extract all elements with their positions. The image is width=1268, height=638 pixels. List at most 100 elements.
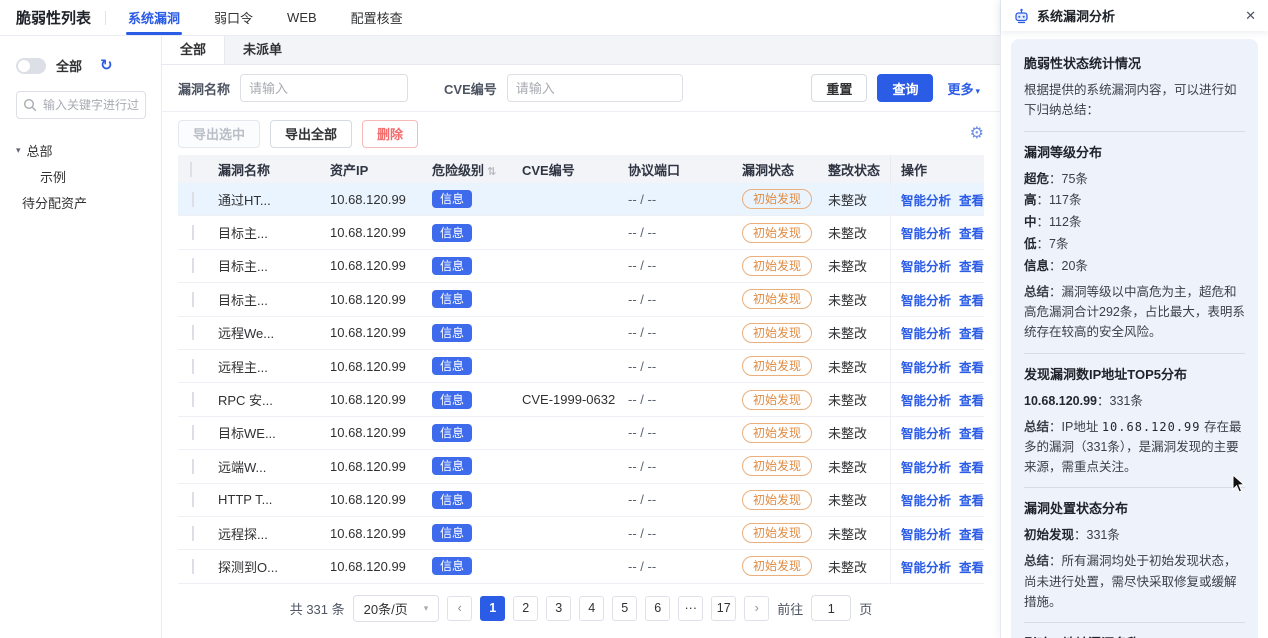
- bold-text: 总结: [1024, 420, 1049, 434]
- vuln-name: 探测到O...: [212, 557, 324, 576]
- page-button-4[interactable]: 4: [579, 596, 604, 621]
- ai-robot-icon: [1013, 7, 1030, 24]
- row-checkbox[interactable]: [192, 292, 194, 307]
- row-checkbox[interactable]: [192, 192, 194, 207]
- tab-not-dispatched[interactable]: 未派单: [225, 36, 300, 64]
- page-button-3[interactable]: 3: [546, 596, 571, 621]
- view-link[interactable]: 查看: [959, 323, 984, 342]
- smart-analysis-link[interactable]: 智能分析: [901, 357, 951, 376]
- asset-ip: 10.68.120.99: [324, 292, 426, 307]
- caret-down-icon[interactable]: ▾: [16, 145, 21, 156]
- vuln-name: 远程We...: [212, 323, 324, 342]
- row-checkbox[interactable]: [192, 258, 194, 273]
- prev-page-button[interactable]: ‹: [447, 596, 472, 621]
- analysis-panel-title: 系统漏洞分析: [1037, 6, 1115, 25]
- smart-analysis-link[interactable]: 智能分析: [901, 490, 951, 509]
- fix-status: 未整改: [822, 323, 890, 342]
- tree-node-示例[interactable]: 示例: [16, 163, 149, 189]
- vuln-name: 目标主...: [212, 290, 324, 309]
- view-link[interactable]: 查看: [959, 423, 984, 442]
- smart-analysis-link[interactable]: 智能分析: [901, 457, 951, 476]
- analysis-stat-line: 初始发现：331条: [1024, 525, 1245, 547]
- smart-analysis-link[interactable]: 智能分析: [901, 390, 951, 409]
- smart-analysis-link[interactable]: 智能分析: [901, 323, 951, 342]
- row-checkbox[interactable]: [192, 392, 194, 407]
- smart-analysis-link[interactable]: 智能分析: [901, 423, 951, 442]
- delete-button[interactable]: 删除: [362, 120, 418, 148]
- row-actions: 智能分析查看···: [890, 383, 984, 415]
- view-link[interactable]: 查看: [959, 390, 984, 409]
- reset-button[interactable]: 重置: [811, 74, 867, 102]
- smart-analysis-link[interactable]: 智能分析: [901, 190, 951, 209]
- fix-status: 未整改: [822, 390, 890, 409]
- stat-label: 中: [1024, 215, 1037, 229]
- tree-node-总部[interactable]: ▾总部: [16, 137, 149, 163]
- view-link[interactable]: 查看: [959, 524, 984, 543]
- row-checkbox[interactable]: [192, 492, 194, 507]
- page-button-2[interactable]: 2: [513, 596, 538, 621]
- row-checkbox[interactable]: [192, 325, 194, 340]
- tree-node-待分配资产[interactable]: 待分配资产: [16, 189, 149, 215]
- fix-status: 未整改: [822, 223, 890, 242]
- asset-ip: 10.68.120.99: [324, 192, 426, 207]
- page-button-17[interactable]: 17: [711, 596, 736, 621]
- goto-page-input[interactable]: [811, 595, 851, 621]
- fix-status: 未整改: [822, 457, 890, 476]
- view-link[interactable]: 查看: [959, 490, 984, 509]
- row-checkbox[interactable]: [192, 526, 194, 541]
- view-link[interactable]: 查看: [959, 557, 984, 576]
- analysis-card: 脆弱性状态统计情况根据提供的系统漏洞内容，可以进行如下归纳总结：漏洞等级分布超危…: [1011, 39, 1258, 638]
- row-checkbox[interactable]: [192, 425, 194, 440]
- select-all-checkbox[interactable]: [190, 162, 192, 177]
- tab-web[interactable]: WEB: [281, 0, 323, 35]
- query-button[interactable]: 查询: [877, 74, 933, 102]
- smart-analysis-link[interactable]: 智能分析: [901, 256, 951, 275]
- smart-analysis-link[interactable]: 智能分析: [901, 290, 951, 309]
- view-link[interactable]: 查看: [959, 457, 984, 476]
- all-toggle-switch[interactable]: [16, 58, 46, 74]
- tab-system-vulnerability[interactable]: 系统漏洞: [122, 0, 186, 35]
- asset-ip: 10.68.120.99: [324, 492, 426, 507]
- view-link[interactable]: 查看: [959, 290, 984, 309]
- next-page-button[interactable]: ›: [744, 596, 769, 621]
- view-link[interactable]: 查看: [959, 223, 984, 242]
- analysis-heading: 发现漏洞数IP地址TOP5分布: [1024, 364, 1245, 383]
- row-checkbox[interactable]: [192, 225, 194, 240]
- sort-icon[interactable]: ⇅: [487, 166, 496, 178]
- row-checkbox[interactable]: [192, 559, 194, 574]
- smart-analysis-link[interactable]: 智能分析: [901, 524, 951, 543]
- analysis-stat-line: 超危：75条: [1024, 169, 1245, 191]
- col-risk-level: 危险级别⇅: [426, 160, 516, 179]
- row-checkbox[interactable]: [192, 359, 194, 374]
- vuln-status-pill: 初始发现: [742, 523, 812, 543]
- tab-all[interactable]: 全部: [162, 36, 225, 64]
- column-settings-gear-icon[interactable]: ⚙: [970, 126, 984, 142]
- vuln-name-input[interactable]: [240, 74, 408, 102]
- export-all-button[interactable]: 导出全部: [270, 120, 352, 148]
- row-checkbox[interactable]: [192, 459, 194, 474]
- refresh-icon[interactable]: ↻: [100, 58, 113, 73]
- smart-analysis-link[interactable]: 智能分析: [901, 223, 951, 242]
- page-button-5[interactable]: 5: [612, 596, 637, 621]
- more-button[interactable]: 更多▾: [943, 74, 984, 102]
- export-selected-button[interactable]: 导出选中: [178, 120, 260, 148]
- total-count: 共 331 条: [290, 599, 345, 618]
- chevron-down-icon: ▾: [975, 86, 980, 96]
- page-ellipsis[interactable]: ···: [678, 596, 703, 621]
- cve-input[interactable]: [507, 74, 683, 102]
- view-link[interactable]: 查看: [959, 190, 984, 209]
- close-icon[interactable]: ✕: [1245, 8, 1256, 24]
- table-row: 通过HT...10.68.120.99信息-- / --初始发现未整改智能分析查…: [178, 183, 984, 216]
- tab-weak-password[interactable]: 弱口令: [208, 0, 259, 35]
- risk-level-badge: 信息: [432, 524, 472, 542]
- page-button-1[interactable]: 1: [480, 596, 505, 621]
- top-navigation-bar: 脆弱性列表 系统漏洞 弱口令 WEB 配置核查: [0, 0, 1000, 36]
- view-link[interactable]: 查看: [959, 256, 984, 275]
- page-buttons: 123456 ··· 17: [480, 596, 736, 621]
- view-link[interactable]: 查看: [959, 357, 984, 376]
- page-button-6[interactable]: 6: [645, 596, 670, 621]
- analysis-stat-line: 信息：20条: [1024, 256, 1245, 278]
- smart-analysis-link[interactable]: 智能分析: [901, 557, 951, 576]
- page-size-select[interactable]: 20条/页▾: [353, 595, 440, 622]
- tab-config-check[interactable]: 配置核查: [345, 0, 409, 35]
